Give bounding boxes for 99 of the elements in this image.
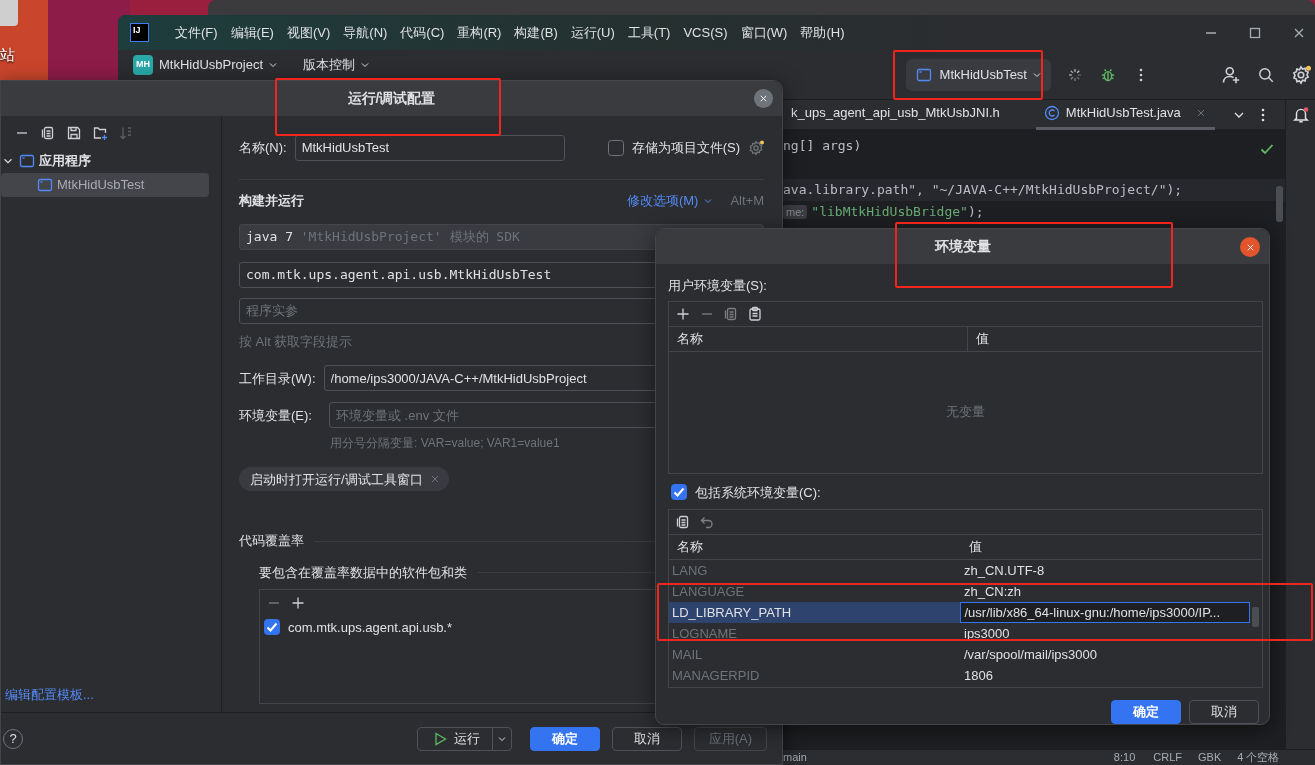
table-row[interactable]: LANG zh_CN.UTF-8 [669,560,1250,581]
field-label: 环境变量(E): [239,406,312,425]
menu-item[interactable]: 帮助(H) [794,22,851,43]
dialog-title: 运行/调试配置 [347,88,436,108]
table-cell-text: zh_CN.UTF-8 [963,562,1045,578]
add-user-icon[interactable] [1221,64,1241,85]
config-icon [37,176,53,193]
scrollbar-thumb[interactable] [1252,607,1259,627]
table-row[interactable]: MANAGERPID 1806 [669,665,1250,686]
value-edit-field[interactable]: /usr/lib/x86_64-linux-gnu:/home/ips3000/IP... [960,602,1250,623]
project-selector[interactable]: MtkHidUsbProject [159,55,280,75]
section-title: 构建并运行 [239,192,304,211]
section-subtitle: 要包含在覆盖率数据中的软件包和类 [259,563,467,582]
field-label: 名称(N): [239,139,287,158]
shortcut-hint: Alt+M [730,192,764,211]
editor-tab[interactable]: MtkHidUsbTest.java [1035,99,1215,130]
code-text: ava.library.path", "~/JAVA-C++/MtkHidUsbProject/"); [783,182,1183,197]
package-label: com.mtk.ups.agent.api.usb.* [288,618,453,637]
vcs-menu[interactable]: 版本控制 [303,55,372,75]
menu-item[interactable]: 运行(U) [564,22,621,43]
field-label: 工作目录(W): [239,369,316,388]
column-header: 名称 [677,539,703,554]
table-cell-text: /var/spool/mail/ips3000 [963,646,1097,662]
project-badge: MH [133,55,153,75]
desktop-icon-label[interactable]: 站 [0,44,15,67]
close-icon [758,93,769,104]
table-row[interactable]: LANGUAGE zh_CN:zh [669,581,1250,602]
run-button[interactable]: 运行 [416,726,512,751]
checkbox[interactable] [671,484,687,501]
modify-options-link[interactable]: 修改选项(M) [626,191,715,211]
code-text: "libMtkHidUsbBridge"); [811,204,984,219]
status-item[interactable]: GBK [1198,749,1222,765]
table-row[interactable]: MAIL /var/spool/mail/ips3000 [669,644,1250,665]
status-item[interactable]: CRLF [1153,749,1182,765]
menu-item[interactable]: 导航(N) [337,22,394,43]
parameter-hint: me: [783,205,808,219]
option-chip[interactable]: 启动时打开运行/调试工具窗口 [239,467,449,492]
config-icon [19,152,35,169]
table-cell-text: LD_LIBRARY_PATH [671,604,792,620]
close-button[interactable] [1240,237,1260,257]
menu-item[interactable]: 构建(B) [508,22,564,43]
close-button[interactable] [754,89,773,108]
table-cell-text: MANAGERPID [671,667,760,683]
menu-item[interactable]: 窗口(W) [734,22,794,43]
table-row[interactable]: LOGNAME ips3000 [669,623,1250,644]
dialog-button[interactable]: 取消 [1189,700,1259,724]
table-cell-text: zh_CN:zh [963,583,1022,599]
table-cell-text: LANGUAGE [671,583,745,599]
tree-item[interactable]: MtkHidUsbTest [1,172,209,197]
dialog-button[interactable]: 确定 [529,726,600,751]
section-title: 代码覆盖率 [239,532,304,551]
menu-item[interactable]: 重构(R) [451,22,508,43]
column-header: 名称 [677,330,703,346]
field-hint: 按 Alt 获取字段提示 [239,333,353,349]
field-hint: 用分号分隔变量: VAR=value; VAR1=value1 [330,436,560,451]
editor-tab[interactable]: k_ups_agent_api_usb_MtkUsbJNI.h [783,99,1008,130]
column-header: 值 [976,330,989,346]
menu-item[interactable]: 工具(T) [621,22,677,43]
templates-link[interactable]: 编辑配置模板... [5,686,94,702]
dialog-button[interactable]: 取消 [611,726,682,751]
menu-item[interactable]: 代码(C) [394,22,451,43]
table-cell-text: LOGNAME [671,625,737,641]
table-cell-text: 1806 [963,667,993,683]
run-config-selector[interactable]: MtkHidUsbTest [905,58,1051,91]
scrollbar-thumb[interactable] [1276,186,1283,222]
copy-icon[interactable] [675,514,691,530]
app-logo: IJ [130,23,149,42]
tree-item[interactable]: 应用程序 [1,148,209,173]
status-item[interactable]: main [783,749,807,765]
menu-item[interactable]: 编辑(E) [224,22,280,43]
menu-item[interactable]: 文件(F) [169,22,224,43]
folder-add-icon[interactable] [92,124,108,141]
dialog-button[interactable]: 确定 [1111,700,1181,724]
empty-state-text: 无变量 [946,403,985,422]
status-item[interactable]: 4 个空格 [1237,749,1280,765]
menu-item[interactable]: 视图(V) [280,22,337,43]
spinner-icon[interactable] [1067,66,1083,83]
table-row[interactable]: LD_LIBRARY_PATH /usr/lib/x86_64-linux-gnu:/home/ips3000/IP... [669,602,1250,623]
paste-icon[interactable] [747,305,763,322]
notification-icon[interactable] [1291,106,1310,124]
checkbox-label: 存储为项目文件(S) [631,139,740,158]
dialog-title: 环境变量 [934,237,991,256]
name-field[interactable]: MtkHidUsbTest [294,134,565,161]
save-icon[interactable] [66,124,82,141]
table-cell-text: ips3000 [963,625,1010,641]
table-cell-text: MAIL [671,646,703,662]
search-icon[interactable] [1257,65,1275,84]
checkbox-label: 包括系统环境变量(C): [695,483,821,502]
copy-icon[interactable] [40,124,56,141]
menu-item[interactable]: VCS(S) [677,22,734,43]
settings-icon[interactable] [748,139,764,156]
code-text: ng[] args) [783,138,862,153]
checkbox[interactable] [264,619,280,636]
window-icon [915,66,932,83]
checkbox[interactable] [607,139,624,156]
status-item[interactable]: 8:10 [1113,749,1136,765]
column-header: 值 [969,539,982,554]
table-cell-text: LANG [671,562,708,578]
class-icon [1043,105,1060,121]
